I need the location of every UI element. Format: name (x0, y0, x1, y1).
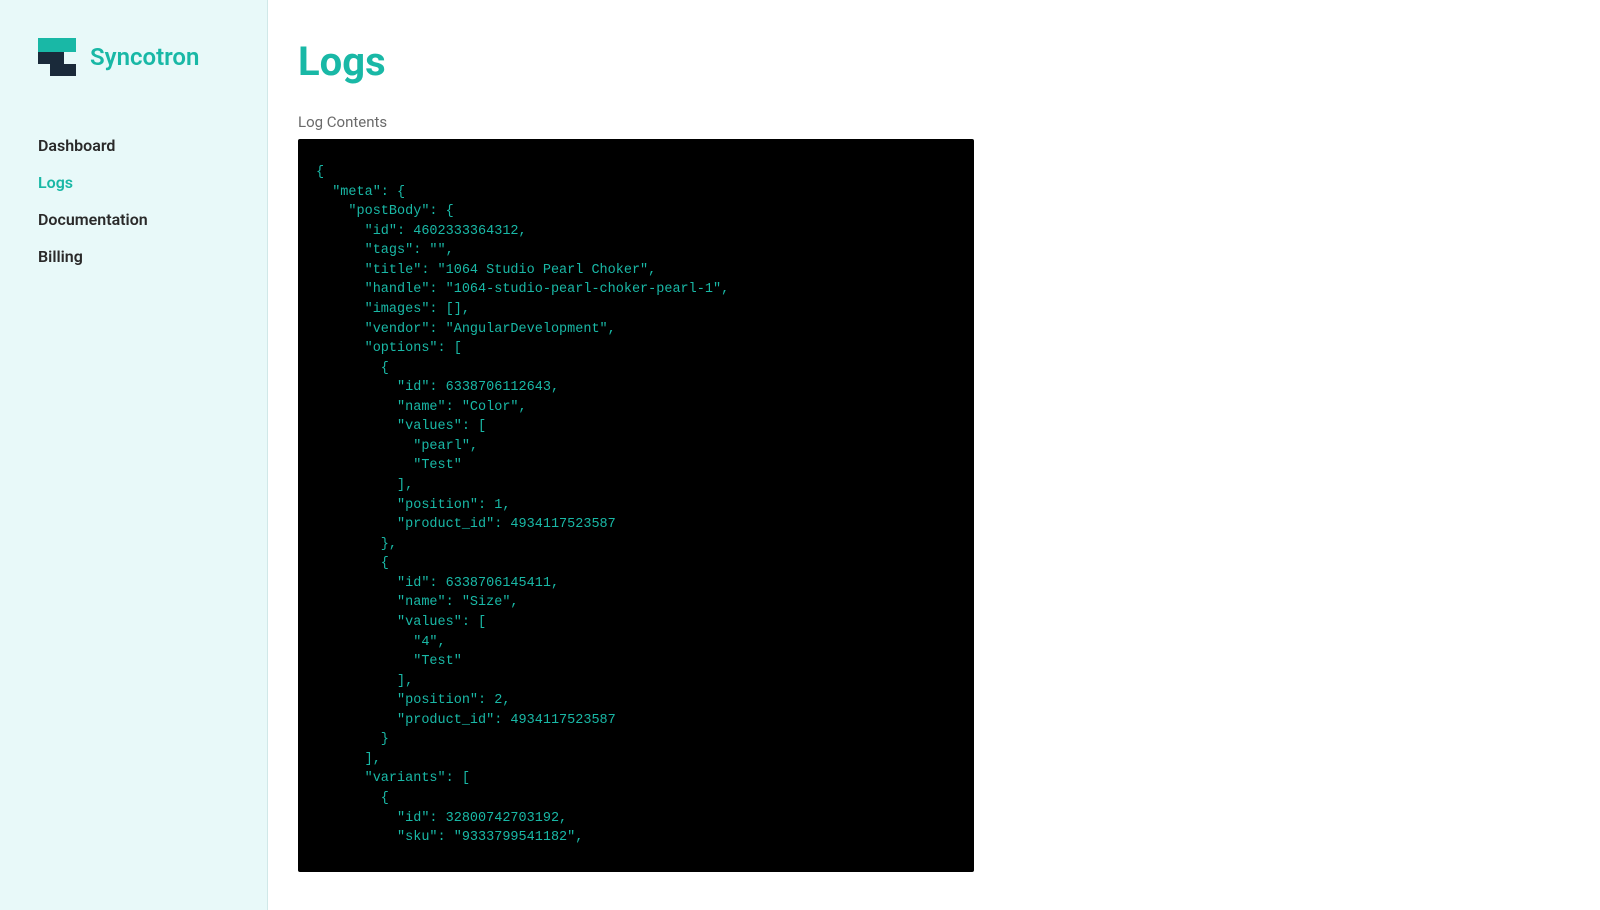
brand-logo[interactable]: Syncotron (38, 38, 229, 76)
page-title: Logs (298, 38, 1570, 85)
log-contents[interactable]: { "meta": { "postBody": { "id": 46023333… (298, 139, 974, 872)
sidebar: Syncotron Dashboard Logs Documentation B… (0, 0, 268, 910)
sidebar-item-billing[interactable]: Billing (38, 247, 229, 266)
sidebar-item-dashboard[interactable]: Dashboard (38, 136, 229, 155)
sidebar-nav: Dashboard Logs Documentation Billing (38, 136, 229, 266)
sidebar-item-documentation[interactable]: Documentation (38, 210, 229, 229)
brand-name: Syncotron (90, 43, 199, 71)
main-content: Logs Log Contents { "meta": { "postBody"… (268, 0, 1600, 910)
brand-logo-icon (38, 38, 76, 76)
log-contents-label: Log Contents (298, 113, 1570, 131)
sidebar-item-logs[interactable]: Logs (38, 173, 229, 192)
